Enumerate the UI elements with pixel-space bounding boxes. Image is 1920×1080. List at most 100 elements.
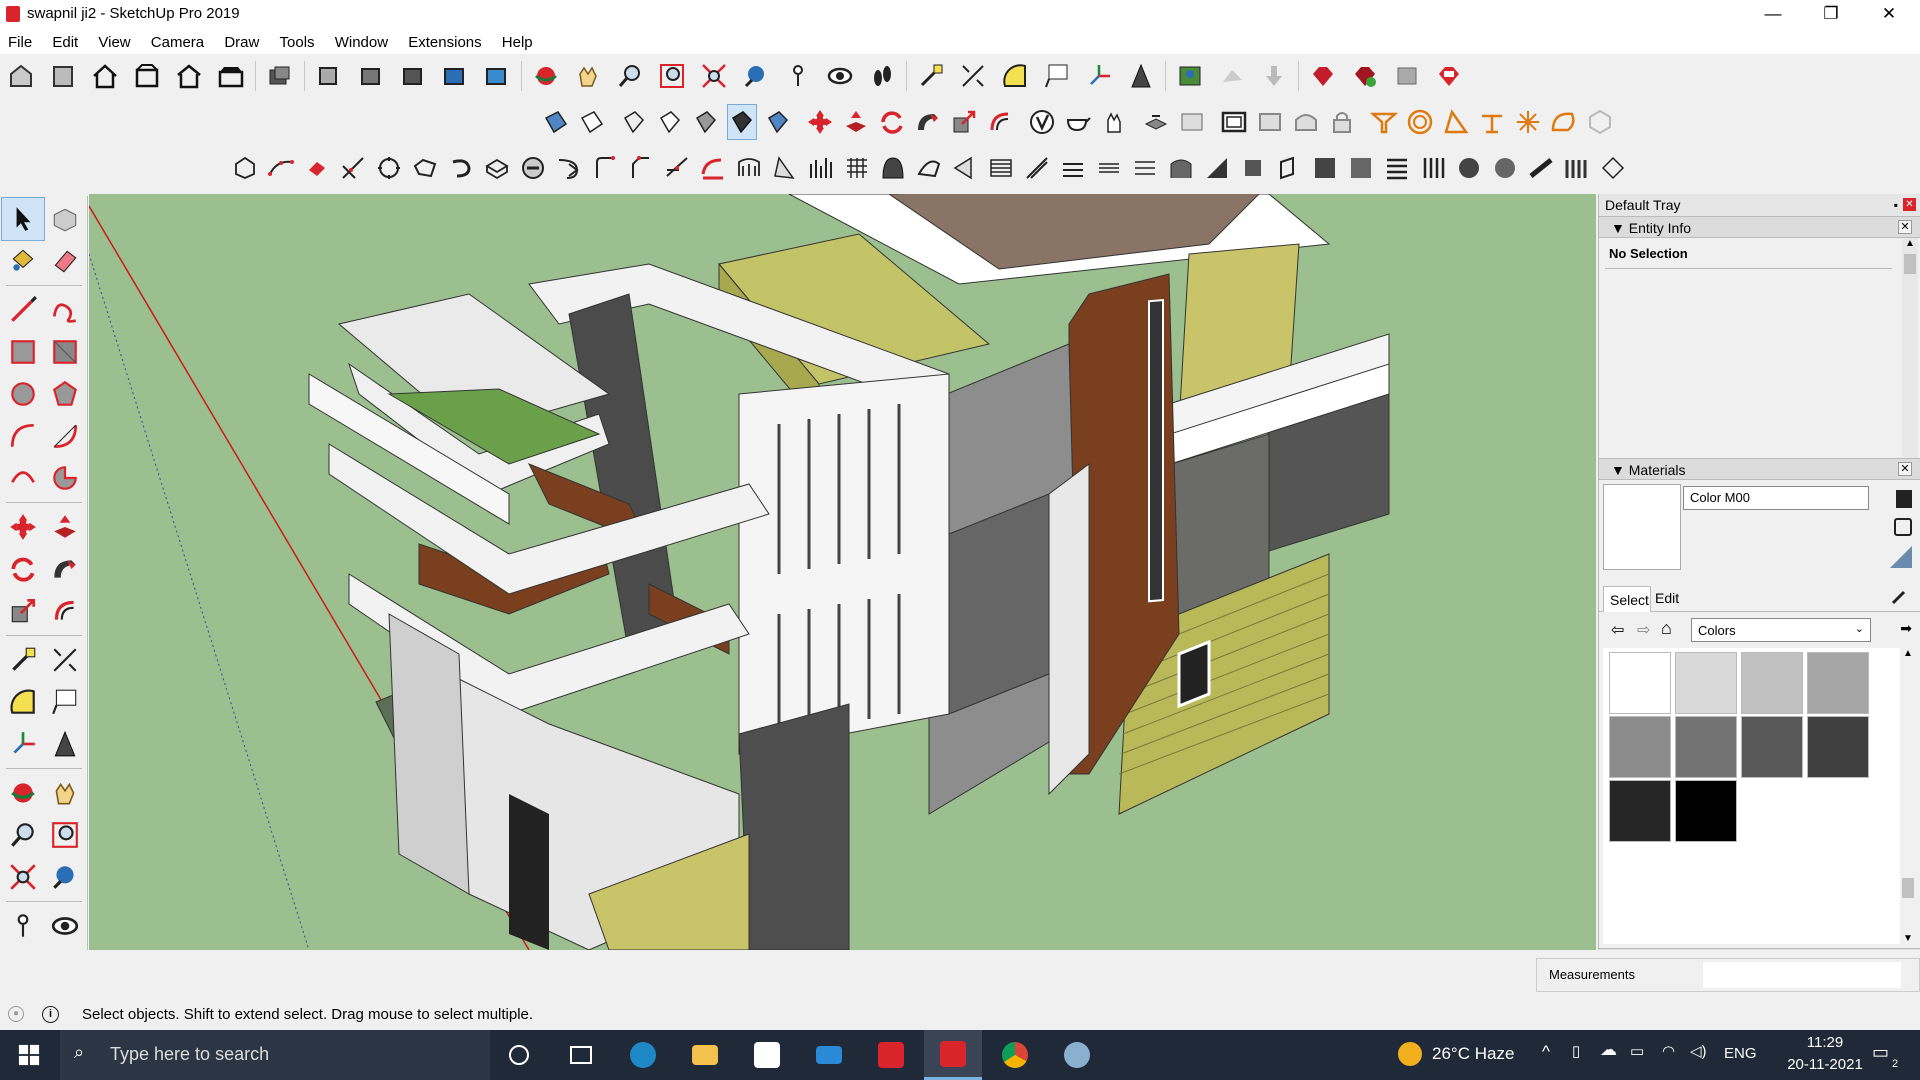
- extension-tool-20-icon[interactable]: [915, 151, 943, 185]
- wireframe-icon[interactable]: [354, 59, 388, 93]
- material-name-field[interactable]: Color M00: [1683, 486, 1869, 510]
- notification-icon[interactable]: ▭: [1872, 1042, 1889, 1063]
- look-around-tool-icon[interactable]: [44, 905, 86, 947]
- polygon-tool-icon[interactable]: [44, 373, 86, 415]
- extension-tool-23-icon[interactable]: [1023, 151, 1051, 185]
- monochrome-icon[interactable]: [692, 105, 720, 139]
- shell-icon[interactable]: [1550, 105, 1578, 139]
- sandbox-from-scratch-icon[interactable]: [1178, 105, 1206, 139]
- entity-info-header[interactable]: ▼ Entity Info ✕: [1599, 216, 1920, 238]
- follow-me-icon[interactable]: [914, 105, 942, 139]
- right-view-icon[interactable]: [214, 59, 248, 93]
- extension-tool-05-icon[interactable]: [375, 151, 403, 185]
- previous-view-icon[interactable]: [739, 59, 773, 93]
- zoom-tool-icon[interactable]: [2, 814, 44, 856]
- chevron-up-icon[interactable]: ^: [1542, 1042, 1550, 1062]
- zoom-window-tool-icon[interactable]: [44, 814, 86, 856]
- extension-tool-16-icon[interactable]: [771, 151, 799, 185]
- extension-tool-19-icon[interactable]: [879, 151, 907, 185]
- tab-edit[interactable]: Edit: [1655, 590, 1679, 606]
- protractor-tool-icon[interactable]: [2, 681, 44, 723]
- arc-tool-icon[interactable]: [2, 415, 44, 457]
- position-camera-icon[interactable]: [781, 59, 815, 93]
- section-plane-blue-icon[interactable]: [542, 105, 570, 139]
- extension-tool-13-icon[interactable]: [663, 151, 691, 185]
- edge-icon[interactable]: [614, 1030, 672, 1080]
- details-arrow-icon[interactable]: ➡: [1900, 620, 1912, 637]
- extrude-icon[interactable]: [1478, 105, 1506, 139]
- library-dropdown[interactable]: Colors ⌄: [1691, 618, 1871, 642]
- paint-default-icon[interactable]: [1894, 518, 1912, 536]
- teapot-icon[interactable]: [1064, 105, 1092, 139]
- extension-tool-08-icon[interactable]: [483, 151, 511, 185]
- model-viewport[interactable]: [89, 194, 1596, 950]
- circle-tool-icon[interactable]: [2, 373, 44, 415]
- store-icon[interactable]: [738, 1030, 796, 1080]
- extension-tool-12-icon[interactable]: [627, 151, 655, 185]
- entity-info-scrollbar[interactable]: ▲: [1902, 238, 1918, 458]
- components-icon[interactable]: [263, 59, 297, 93]
- eraser-icon[interactable]: [44, 240, 86, 282]
- photo-texture-icon[interactable]: [1215, 59, 1249, 93]
- frame-2-icon[interactable]: [1256, 105, 1284, 139]
- 3d-text-tool-icon[interactable]: [44, 723, 86, 765]
- position-camera-tool-icon[interactable]: [2, 905, 44, 947]
- shaded-style-icon[interactable]: [727, 104, 757, 140]
- create-material-icon[interactable]: [1896, 490, 1912, 508]
- material-swatch[interactable]: [1609, 652, 1671, 714]
- section-plane-white-icon[interactable]: [578, 105, 606, 139]
- extension-tool-15-icon[interactable]: [735, 151, 763, 185]
- push-pull-icon[interactable]: [842, 105, 870, 139]
- zoom-extents-tool-icon[interactable]: [2, 856, 44, 898]
- menu-file[interactable]: File: [0, 32, 32, 54]
- shaded-icon[interactable]: [438, 59, 472, 93]
- info-icon[interactable]: i: [42, 1006, 59, 1023]
- cortana-icon[interactable]: [490, 1030, 548, 1080]
- entity-info-close-icon[interactable]: ✕: [1898, 220, 1912, 234]
- pan-icon[interactable]: [571, 59, 605, 93]
- offset-icon[interactable]: [986, 105, 1014, 139]
- extension-tool-18-icon[interactable]: [843, 151, 871, 185]
- axes-icon[interactable]: [1082, 59, 1116, 93]
- ruby-extension-icon[interactable]: [1348, 59, 1382, 93]
- menu-window[interactable]: Window: [319, 32, 388, 54]
- extension-tool-30-icon[interactable]: [1275, 151, 1303, 185]
- extension-tool-38-icon[interactable]: [1563, 151, 1591, 185]
- sketchup-taskbar-icon[interactable]: [862, 1030, 920, 1080]
- home-icon[interactable]: ⌂: [1661, 618, 1672, 639]
- menu-camera[interactable]: Camera: [135, 32, 204, 54]
- swatch-scrollbar[interactable]: ▲ ▼: [1900, 648, 1916, 944]
- close-button[interactable]: ✕: [1860, 0, 1918, 30]
- extension-tool-10-icon[interactable]: [555, 151, 583, 185]
- back-arrow-icon[interactable]: ⇦: [1611, 620, 1624, 640]
- sketchup-active-taskbar-icon[interactable]: [924, 1030, 982, 1080]
- ruby-console-icon[interactable]: [1306, 59, 1340, 93]
- zoom-icon[interactable]: [613, 59, 647, 93]
- extension-tool-29-icon[interactable]: [1239, 151, 1267, 185]
- polyhedron-icon[interactable]: [1586, 105, 1614, 139]
- previous-view-tool-icon[interactable]: [44, 856, 86, 898]
- extension-tool-06-icon[interactable]: [411, 151, 439, 185]
- extension-tool-27-icon[interactable]: [1167, 151, 1195, 185]
- frame-3-icon[interactable]: [1292, 105, 1320, 139]
- phone-link-icon[interactable]: ▯: [1572, 1042, 1580, 1060]
- extension-tool-33-icon[interactable]: [1383, 151, 1411, 185]
- material-swatch[interactable]: [1609, 780, 1671, 842]
- sandbox-icon[interactable]: [1028, 105, 1056, 139]
- 3d-text-icon[interactable]: [1124, 59, 1158, 93]
- tape-measure-tool-icon[interactable]: [2, 639, 44, 681]
- battery-icon[interactable]: ▭: [1630, 1042, 1644, 1060]
- material-swatch[interactable]: [1807, 716, 1869, 778]
- iso-view-icon[interactable]: [88, 59, 122, 93]
- front-view-icon[interactable]: [172, 59, 206, 93]
- menu-edit[interactable]: Edit: [36, 32, 78, 54]
- extension-tool-04-icon[interactable]: [339, 151, 367, 185]
- lathe-icon[interactable]: [1370, 105, 1398, 139]
- tape-measure-icon[interactable]: [914, 59, 948, 93]
- geo-location-icon[interactable]: [1173, 59, 1207, 93]
- tab-select[interactable]: Select: [1603, 586, 1651, 612]
- hand-select-icon[interactable]: [1100, 105, 1128, 139]
- rotate-icon[interactable]: [878, 105, 906, 139]
- warehouse-icon[interactable]: [4, 59, 38, 93]
- send-to-layout-icon[interactable]: [1390, 59, 1424, 93]
